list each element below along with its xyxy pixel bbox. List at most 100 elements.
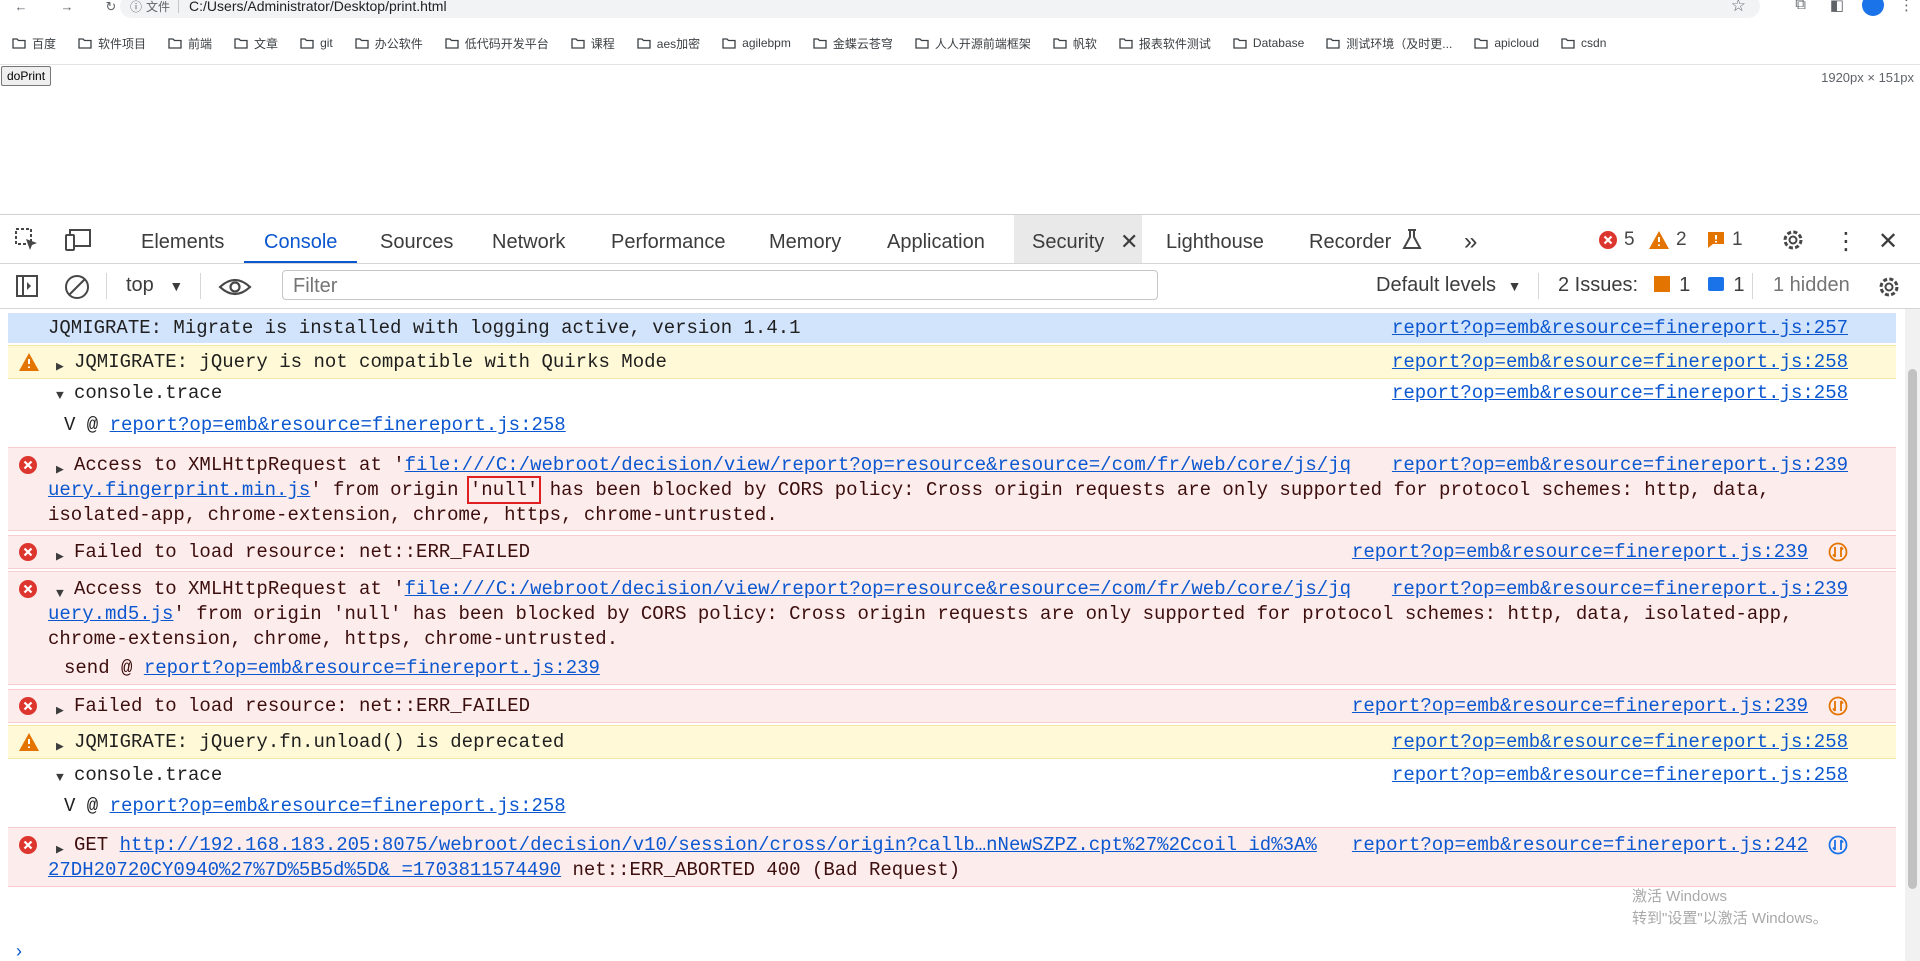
extensions-icon[interactable]: ⧉: [1795, 0, 1806, 13]
bookmark-item[interactable]: csdn: [1561, 36, 1606, 50]
forward-icon[interactable]: →: [60, 0, 74, 15]
message-source-link[interactable]: report?op=emb&resource=finereport.js:239: [1392, 453, 1848, 478]
reload-icon[interactable]: ↻: [104, 0, 118, 15]
default-levels-dropdown[interactable]: Default levels ▼: [1376, 274, 1521, 297]
issues-button[interactable]: 2 Issues: 1 1: [1558, 274, 1745, 297]
back-icon[interactable]: ←: [14, 0, 28, 15]
message-source-link[interactable]: report?op=emb&resource=finereport.js:258: [1392, 763, 1848, 788]
tab-recorder[interactable]: Recorder: [1309, 215, 1391, 263]
scrollbar-thumb[interactable]: [1908, 369, 1917, 889]
console-trace[interactable]: ▼ console.trace report?op=emb&resource=f…: [8, 379, 1896, 441]
info-counter[interactable]: 1: [1706, 229, 1743, 251]
bookmark-item[interactable]: 帆软: [1053, 35, 1097, 52]
bookmark-item[interactable]: git: [300, 36, 333, 50]
error-counter[interactable]: 5: [1598, 229, 1635, 251]
request-url-link[interactable]: http://192.168.183.205:8075/webroot/deci…: [120, 834, 1317, 856]
devtools-more-icon[interactable]: ⋮: [1834, 215, 1858, 263]
tab-application[interactable]: Application: [887, 215, 985, 263]
resource-link-cont[interactable]: uery.md5.js: [48, 603, 173, 625]
console-message-warning[interactable]: ▶ JQMIGRATE: jQuery is not compatible wi…: [8, 345, 1896, 379]
expand-triangle-icon[interactable]: ▶: [56, 354, 64, 379]
message-rest: net::ERR_ABORTED 400 (Bad Request): [561, 859, 961, 881]
tab-network[interactable]: Network: [492, 215, 565, 263]
message-source-link[interactable]: report?op=emb&resource=finereport.js:257: [1392, 316, 1848, 341]
console-message-error[interactable]: ▶ Access to XMLHttpRequest at 'file:///C…: [8, 447, 1896, 531]
bookmark-item[interactable]: aes加密: [637, 35, 700, 52]
url-bar[interactable]: ⓘ 文件 C:/Users/Administrator/Desktop/prin…: [120, 0, 1760, 18]
expand-triangle-icon[interactable]: ▶: [56, 734, 64, 759]
inspect-element-icon[interactable]: [14, 227, 40, 253]
tab-elements[interactable]: Elements: [141, 215, 224, 263]
close-security-tab-icon[interactable]: ✕: [1120, 215, 1138, 263]
message-source-link[interactable]: report?op=emb&resource=finereport.js:242: [1352, 833, 1808, 858]
bookmark-item[interactable]: 金蝶云苍穹: [813, 35, 893, 52]
info-icon[interactable]: ⓘ: [130, 0, 142, 15]
tab-security[interactable]: Security: [1032, 215, 1104, 263]
console-message-error[interactable]: ▶ GET http://192.168.183.205:8075/webroo…: [8, 827, 1896, 887]
close-devtools-icon[interactable]: ✕: [1878, 215, 1898, 263]
bookmark-item[interactable]: 办公软件: [355, 35, 423, 52]
url-text[interactable]: C:/Users/Administrator/Desktop/print.htm…: [189, 0, 447, 14]
bookmark-item[interactable]: 前端: [168, 35, 212, 52]
doprint-button[interactable]: doPrint: [1, 66, 52, 86]
more-tabs-icon[interactable]: »: [1464, 215, 1477, 263]
bookmark-item[interactable]: 人人开源前端框架: [915, 35, 1031, 52]
side-panel-icon[interactable]: ◧: [1830, 0, 1844, 14]
bookmark-item[interactable]: apicloud: [1474, 36, 1539, 50]
expand-triangle-icon[interactable]: ▶: [56, 698, 64, 723]
bookmark-item[interactable]: 低代码开发平台: [445, 35, 549, 52]
network-request-icon[interactable]: [1828, 835, 1848, 855]
bookmark-item[interactable]: 文章: [234, 35, 278, 52]
bookmark-item[interactable]: 报表软件测试: [1119, 35, 1211, 52]
context-selector[interactable]: top ▼: [126, 274, 183, 297]
collapse-triangle-icon[interactable]: ▼: [56, 383, 64, 408]
collapse-triangle-icon[interactable]: ▼: [56, 765, 64, 790]
warning-counter[interactable]: 2: [1648, 229, 1687, 251]
console-settings-gear-icon[interactable]: [1876, 274, 1902, 300]
console-trace[interactable]: ▼ console.trace report?op=emb&resource=f…: [8, 759, 1896, 821]
message-text: console.trace: [74, 764, 223, 786]
tab-lighthouse[interactable]: Lighthouse: [1166, 215, 1264, 263]
menu-icon[interactable]: ⋮: [1899, 0, 1914, 14]
frame-link[interactable]: report?op=emb&resource=finereport.js:258: [110, 414, 566, 436]
request-url-link-cont[interactable]: 27DH20720CY0940%27%7D%5B5d%5D&_=17038115…: [48, 859, 561, 881]
bookmark-item[interactable]: agilebpm: [722, 36, 791, 50]
frame-link[interactable]: report?op=emb&resource=finereport.js:239: [144, 657, 600, 679]
tab-memory[interactable]: Memory: [769, 215, 841, 263]
tab-console[interactable]: Console: [243, 215, 358, 263]
filter-input[interactable]: [291, 271, 1161, 302]
settings-gear-icon[interactable]: [1780, 227, 1806, 253]
sidebar-toggle-icon[interactable]: [15, 274, 39, 298]
device-toolbar-icon[interactable]: [64, 227, 92, 253]
message-source-link[interactable]: report?op=emb&resource=finereport.js:258: [1392, 381, 1848, 406]
frame-link[interactable]: report?op=emb&resource=finereport.js:258: [110, 795, 566, 817]
network-request-icon[interactable]: [1828, 542, 1848, 562]
resource-link[interactable]: file:///C:/webroot/decision/view/report?…: [405, 454, 1351, 476]
bookmark-item[interactable]: 课程: [571, 35, 615, 52]
tab-sources[interactable]: Sources: [380, 215, 453, 263]
profile-avatar[interactable]: [1862, 0, 1884, 16]
console-message-info[interactable]: JQMIGRATE: Migrate is installed with log…: [8, 313, 1896, 343]
bookmark-item[interactable]: 测试环境（及时更...: [1326, 35, 1452, 52]
expand-triangle-icon[interactable]: ▶: [56, 544, 64, 569]
network-request-icon[interactable]: [1828, 696, 1848, 716]
console-message-error[interactable]: ▶ Failed to load resource: net::ERR_FAIL…: [8, 689, 1896, 723]
console-message-error[interactable]: ▶ Failed to load resource: net::ERR_FAIL…: [8, 535, 1896, 569]
tab-performance[interactable]: Performance: [611, 215, 726, 263]
console-scrollbar[interactable]: [1905, 309, 1920, 961]
message-source-link[interactable]: report?op=emb&resource=finereport.js:258: [1392, 730, 1848, 755]
resource-link[interactable]: file:///C:/webroot/decision/view/report?…: [405, 578, 1351, 600]
message-source-link[interactable]: report?op=emb&resource=finereport.js:239: [1392, 577, 1848, 602]
message-source-link[interactable]: report?op=emb&resource=finereport.js:239: [1352, 540, 1808, 565]
bookmark-item[interactable]: 百度: [12, 35, 56, 52]
bookmark-item[interactable]: Database: [1233, 36, 1304, 50]
live-expression-eye-icon[interactable]: [218, 276, 252, 298]
message-source-link[interactable]: report?op=emb&resource=finereport.js:239: [1352, 694, 1808, 719]
bookmark-star-icon[interactable]: ☆: [1731, 0, 1746, 16]
resource-link-cont[interactable]: uery.fingerprint.min.js: [48, 479, 310, 501]
clear-console-icon[interactable]: [64, 274, 90, 300]
console-message-warning[interactable]: ▶ JQMIGRATE: jQuery.fn.unload() is depre…: [8, 725, 1896, 759]
console-message-error[interactable]: ▼ Access to XMLHttpRequest at 'file:///C…: [8, 571, 1896, 685]
bookmark-item[interactable]: 软件项目: [78, 35, 146, 52]
message-source-link[interactable]: report?op=emb&resource=finereport.js:258: [1392, 350, 1848, 375]
